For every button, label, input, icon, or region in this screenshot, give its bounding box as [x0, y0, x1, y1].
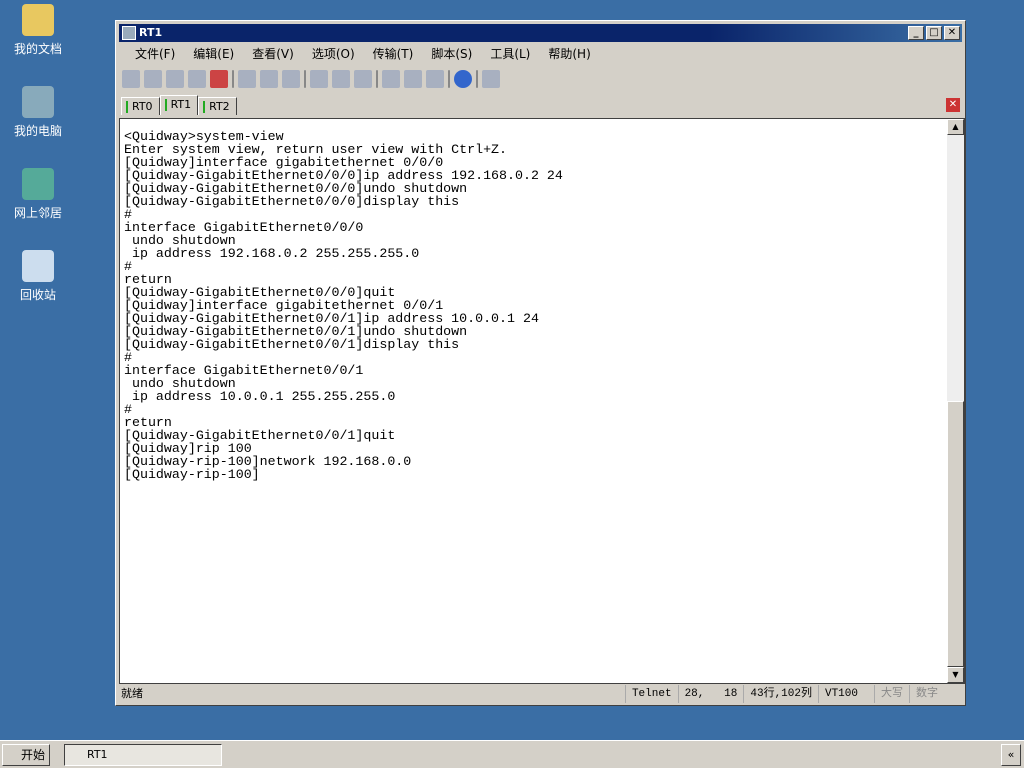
terminal-area[interactable]: <Quidway>system-view Enter system view, … — [119, 118, 965, 684]
print-screen-icon[interactable] — [310, 70, 328, 88]
scroll-up-icon[interactable]: ▲ — [947, 119, 964, 135]
menu-bar: 文件(F) 编辑(E) 查看(V) 选项(O) 传输(T) 脚本(S) 工具(L… — [126, 45, 600, 63]
find-icon[interactable] — [282, 70, 300, 88]
close-button[interactable]: ✕ — [944, 26, 960, 40]
desktop-icon-my-computer[interactable]: 我的电脑 — [0, 86, 76, 139]
paste-icon[interactable] — [260, 70, 278, 88]
tray-expand-button[interactable]: « — [1001, 744, 1021, 766]
copy-icon[interactable] — [238, 70, 256, 88]
taskbar: 开始 RT1 « — [0, 740, 1024, 768]
status-size: 43行,102列 — [743, 685, 818, 703]
separator — [304, 70, 306, 88]
separator — [476, 70, 478, 88]
print-icon[interactable] — [354, 70, 372, 88]
close-tab-icon[interactable]: ✕ — [946, 98, 960, 112]
tab-rt1[interactable]: RT1 — [159, 95, 199, 115]
tab-rt2[interactable]: RT2 — [198, 97, 237, 115]
recycle-bin-icon — [22, 250, 54, 282]
status-caps: 大写 — [874, 685, 909, 703]
menu-file[interactable]: 文件(F) — [126, 45, 184, 63]
taskbar-item-rt1[interactable]: RT1 — [64, 744, 222, 766]
network-icon — [22, 168, 54, 200]
reconnect-icon[interactable] — [188, 70, 206, 88]
help-icon[interactable] — [454, 70, 472, 88]
menu-tools[interactable]: 工具(L) — [481, 45, 539, 63]
menu-options[interactable]: 选项(O) — [303, 45, 364, 63]
computer-icon — [22, 86, 54, 118]
status-num: 数字 — [909, 685, 944, 703]
separator — [232, 70, 234, 88]
scroll-thumb[interactable] — [947, 401, 964, 667]
session-icon[interactable] — [166, 70, 184, 88]
vertical-scrollbar[interactable]: ▲ ▼ — [947, 119, 964, 683]
status-ready: 就绪 — [121, 687, 143, 700]
toolbar — [122, 67, 500, 91]
menu-edit[interactable]: 编辑(E) — [184, 45, 243, 63]
minimize-button[interactable]: _ — [908, 26, 924, 40]
menu-help[interactable]: 帮助(H) — [539, 45, 599, 63]
menu-view[interactable]: 查看(V) — [243, 45, 303, 63]
menu-transfer[interactable]: 传输(T) — [364, 45, 423, 63]
connect-icon[interactable] — [122, 70, 140, 88]
terminal-window: RT1 _ □ ✕ 文件(F) 编辑(E) 查看(V) 选项(O) 传输(T) 脚本… — [115, 20, 966, 706]
status-bar: 就绪 Telnet 28, 18 43行,102列 VT100 大写 数字 — [119, 685, 962, 703]
disconnect-icon[interactable] — [210, 70, 228, 88]
folder-icon — [22, 4, 54, 36]
quick-connect-icon[interactable] — [144, 70, 162, 88]
scroll-down-icon[interactable]: ▼ — [947, 667, 964, 683]
print-selection-icon[interactable] — [332, 70, 350, 88]
start-button[interactable]: 开始 — [2, 744, 50, 766]
status-emulation: VT100 — [817, 685, 864, 703]
status-protocol: Telnet — [624, 685, 678, 703]
terminal-output: <Quidway>system-view Enter system view, … — [124, 129, 563, 482]
separator — [376, 70, 378, 88]
menu-script[interactable]: 脚本(S) — [422, 45, 481, 63]
app-icon — [122, 26, 136, 40]
tab-rt0[interactable]: RT0 — [121, 97, 160, 115]
desktop-icon-recycle-bin[interactable]: 回收站 — [0, 250, 76, 303]
desktop-icon-my-documents[interactable]: 我的文档 — [0, 4, 76, 57]
title-bar[interactable]: RT1 _ □ ✕ — [119, 24, 962, 42]
session-tabs: RT0 RT1 RT2 — [121, 95, 237, 115]
session-options-icon[interactable] — [382, 70, 400, 88]
status-cursor: 28, 18 — [677, 685, 744, 703]
desktop-icon-network[interactable]: 网上邻居 — [0, 168, 76, 221]
key-icon[interactable] — [426, 70, 444, 88]
separator — [448, 70, 450, 88]
maximize-button[interactable]: □ — [926, 26, 942, 40]
global-options-icon[interactable] — [404, 70, 422, 88]
keymap-icon[interactable] — [482, 70, 500, 88]
